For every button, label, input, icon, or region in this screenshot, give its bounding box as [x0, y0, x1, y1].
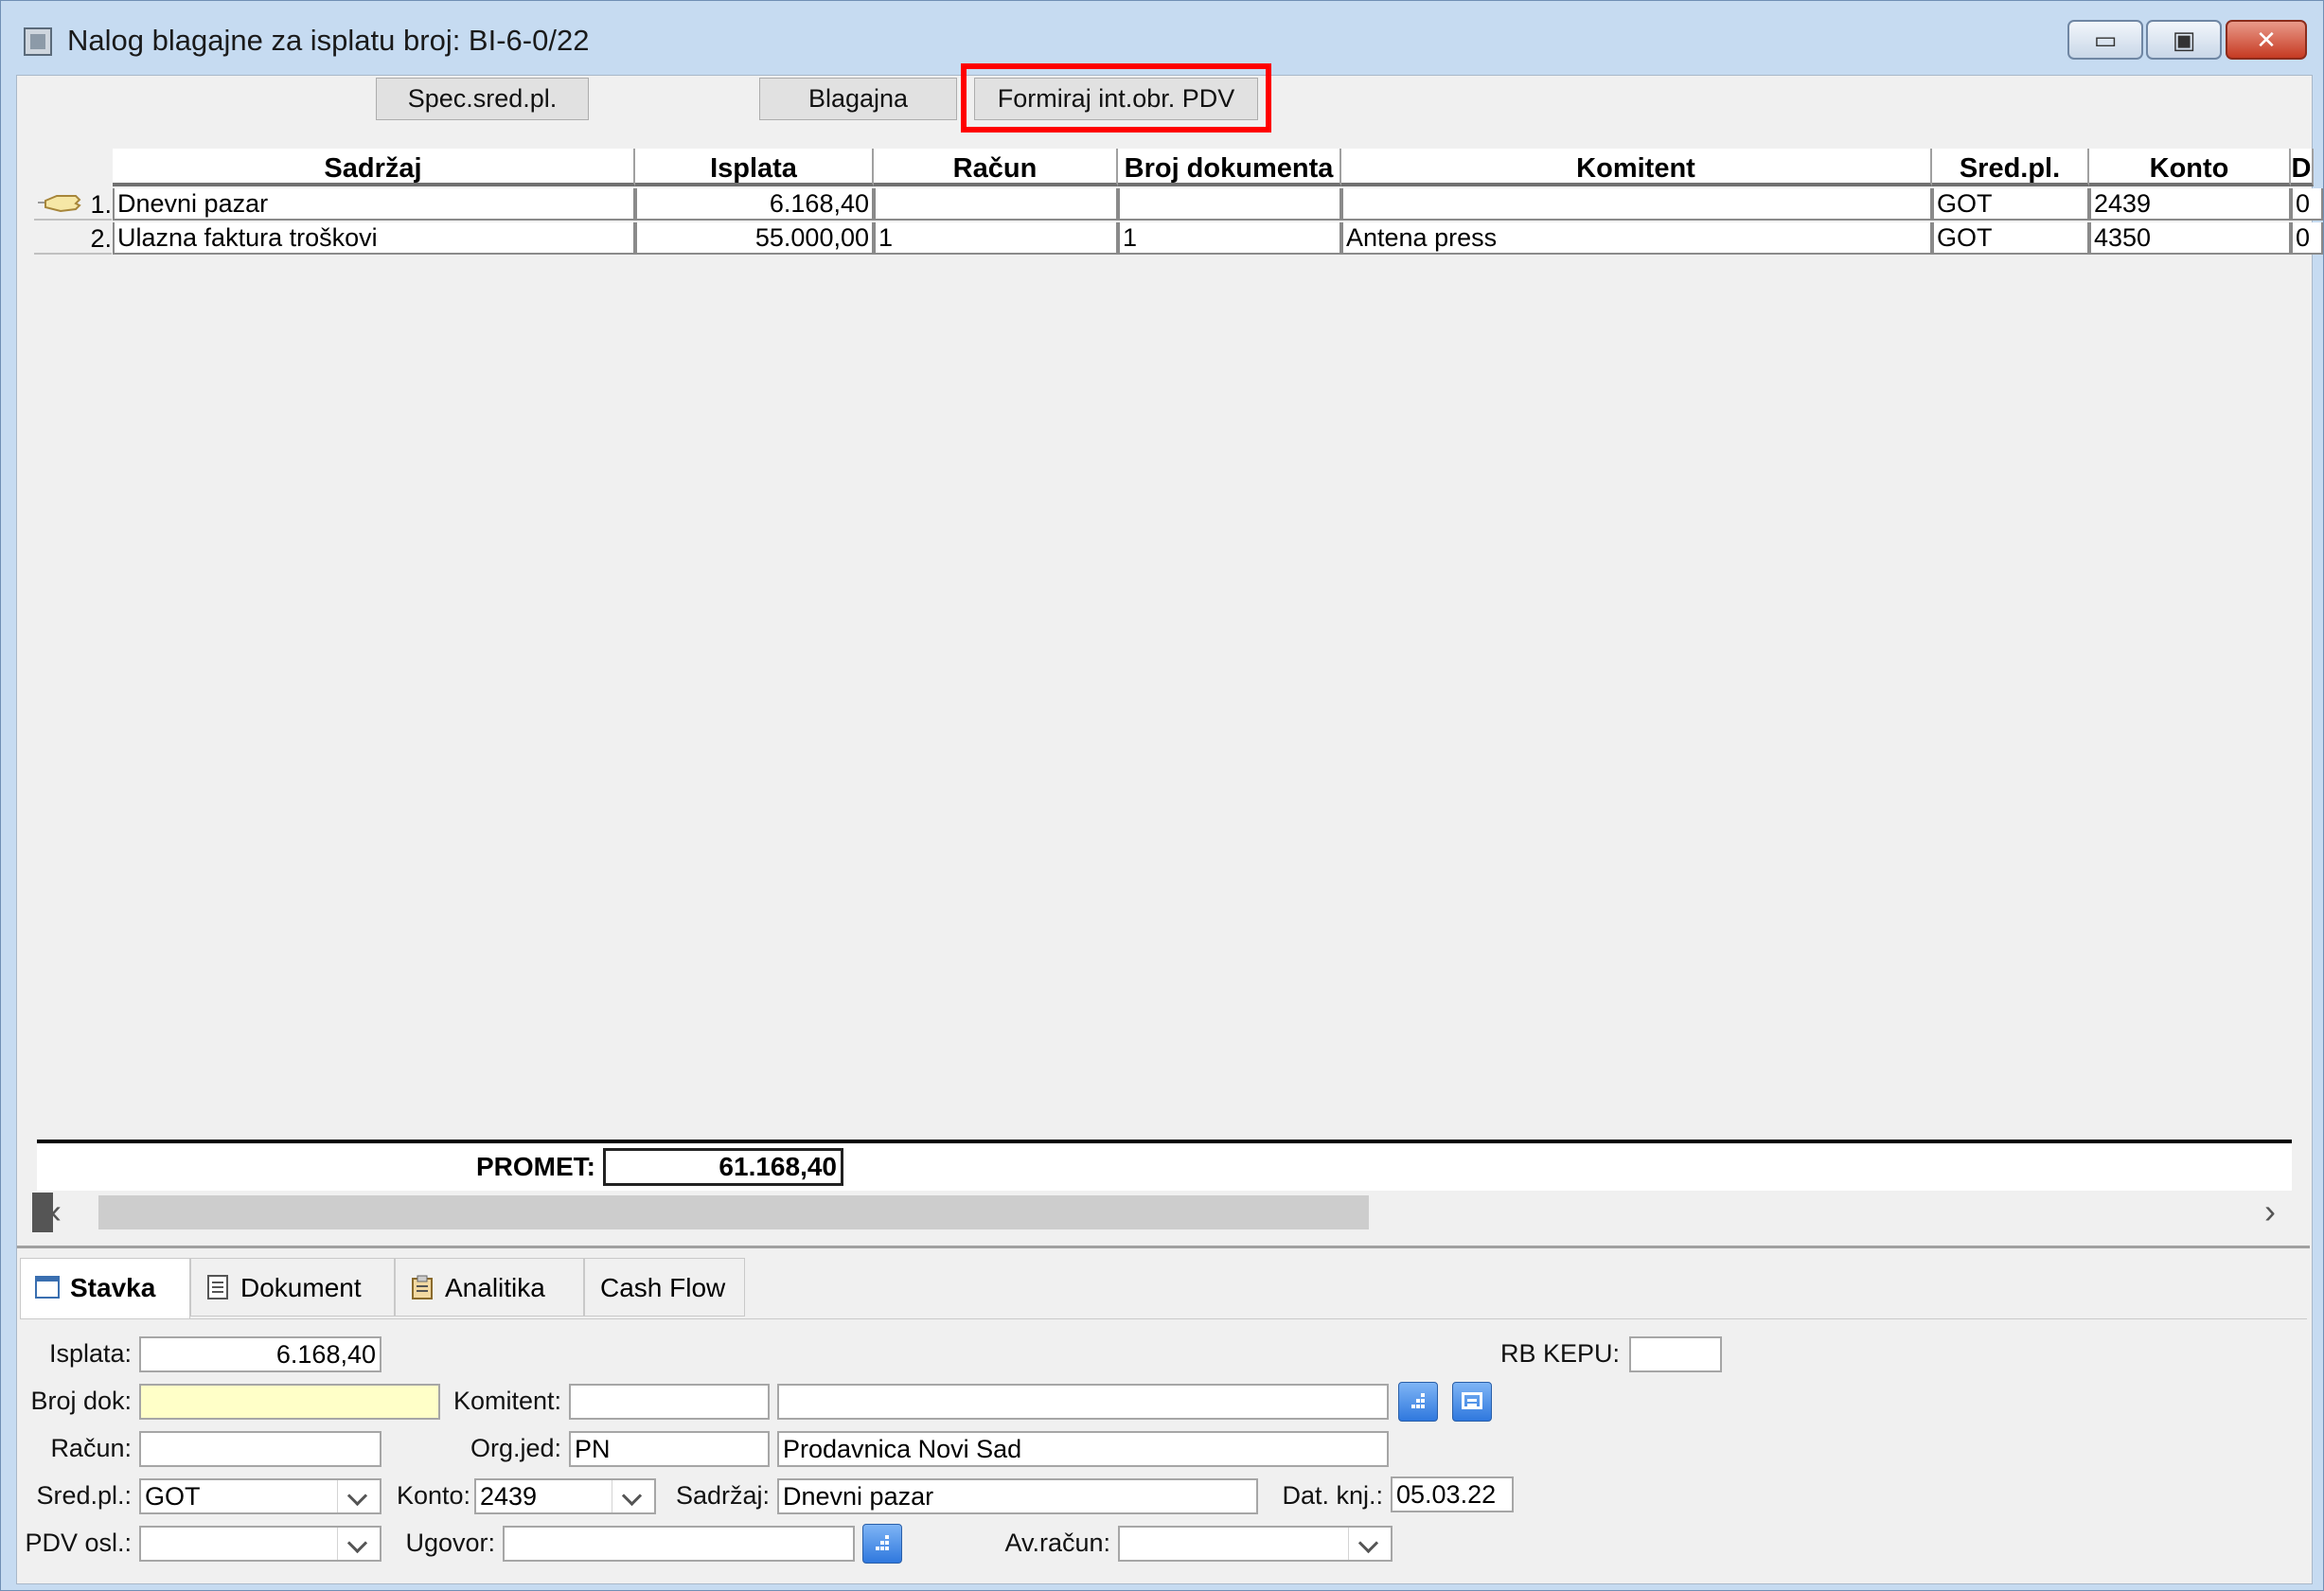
sred-pl-select[interactable]: GOT — [139, 1478, 381, 1514]
close-button[interactable]: ✕ — [2226, 20, 2307, 60]
scroll-thumb[interactable] — [98, 1195, 1369, 1229]
app-icon — [24, 27, 52, 56]
chevron-down-icon[interactable] — [337, 1480, 380, 1512]
komitent-code-field[interactable] — [569, 1384, 770, 1420]
scroll-left-arrow-icon[interactable]: ‹ — [42, 1191, 70, 1234]
komitent-lookup-button[interactable] — [1398, 1382, 1438, 1422]
broj-dok-field[interactable] — [139, 1384, 440, 1420]
col-header-komitent[interactable]: Komitent — [1341, 149, 1932, 186]
chevron-down-icon[interactable] — [337, 1528, 380, 1560]
close-icon: ✕ — [2256, 26, 2277, 54]
konto-label: Konto: — [396, 1481, 470, 1510]
minimize-icon: ▭ — [2093, 26, 2118, 54]
window-icon — [35, 1276, 60, 1299]
window-title: Nalog blagajne za isplatu broj: BI-6-0/2… — [67, 24, 590, 57]
highlight-box — [961, 63, 1271, 133]
org-jed-name-field[interactable]: Prodavnica Novi Sad — [777, 1431, 1389, 1467]
chevron-down-icon[interactable] — [1348, 1528, 1391, 1560]
row-number: 1. — [34, 188, 112, 221]
tab-stavka[interactable]: Stavka — [20, 1258, 190, 1320]
col-header-racun[interactable]: Račun — [874, 149, 1118, 186]
konto-select[interactable]: 2439 — [474, 1478, 656, 1514]
lookup-icon — [876, 1535, 889, 1550]
col-header-broj-dokumenta[interactable]: Broj dokumenta — [1118, 149, 1341, 186]
horizontal-scrollbar[interactable]: ‹ › — [32, 1191, 2292, 1234]
cell-d[interactable]: 0 — [2291, 222, 2323, 255]
isplata-label: Isplata: — [48, 1339, 132, 1368]
spec-sred-pl-button[interactable]: Spec.sred.pl. — [376, 78, 589, 120]
komitent-card-button[interactable] — [1452, 1382, 1492, 1422]
av-racun-select[interactable] — [1118, 1526, 1393, 1562]
document-icon — [207, 1275, 228, 1299]
minimize-button[interactable]: ▭ — [2067, 20, 2143, 60]
dat-knj-label: Dat. knj.: — [1282, 1481, 1383, 1510]
cell-konto[interactable]: 4350 — [2089, 222, 2291, 255]
col-header-konto[interactable]: Konto — [2089, 149, 2291, 186]
ugovor-field[interactable] — [503, 1526, 855, 1562]
row-number: 2. — [34, 222, 112, 255]
items-grid[interactable]: Sadržaj Isplata Račun Broj dokumenta Kom… — [34, 145, 2323, 1230]
cell-isplata[interactable]: 6.168,40 — [635, 188, 874, 221]
cell-d[interactable]: 0 — [2291, 188, 2323, 221]
sred-pl-label: Sred.pl.: — [36, 1481, 132, 1510]
chevron-down-icon[interactable] — [612, 1480, 654, 1512]
org-jed-code-field[interactable]: PN — [569, 1431, 770, 1467]
komitent-name-field[interactable] — [777, 1384, 1389, 1420]
cell-sadrzaj[interactable]: Dnevni pazar — [113, 188, 635, 221]
ugovor-lookup-button[interactable] — [862, 1524, 902, 1564]
sadrzaj-label: Sadržaj: — [675, 1481, 770, 1510]
komitent-label: Komitent: — [452, 1387, 561, 1415]
total-row — [37, 1143, 2292, 1191]
broj-dok-label: Broj dok: — [30, 1387, 132, 1415]
pointing-hand-icon — [38, 195, 81, 213]
cell-komitent[interactable]: Antena press — [1341, 222, 1932, 255]
col-header-isplata[interactable]: Isplata — [635, 149, 874, 186]
racun-label: Račun: — [50, 1434, 132, 1462]
av-racun-label: Av.račun: — [1004, 1529, 1110, 1557]
blagajna-button[interactable]: Blagajna — [759, 78, 957, 120]
tab-dokument[interactable]: Dokument — [190, 1258, 395, 1317]
cell-komitent[interactable] — [1341, 188, 1932, 221]
cell-sred-pl[interactable]: GOT — [1932, 188, 2089, 221]
dat-knj-field[interactable]: 05.03.22 — [1391, 1476, 1514, 1512]
sadrzaj-field[interactable]: Dnevni pazar — [777, 1478, 1258, 1514]
col-header-sred-pl[interactable]: Sred.pl. — [1932, 149, 2089, 186]
total-label: PROMET: — [476, 1152, 595, 1181]
window: Nalog blagajne za isplatu broj: BI-6-0/2… — [0, 0, 2324, 1591]
racun-field[interactable] — [139, 1431, 381, 1467]
tab-cash-flow[interactable]: Cash Flow — [584, 1258, 745, 1317]
pdv-osl-select[interactable] — [139, 1526, 381, 1562]
scroll-right-arrow-icon[interactable]: › — [2256, 1191, 2284, 1234]
cell-racun[interactable] — [874, 188, 1118, 221]
col-header-d[interactable]: D — [2291, 149, 2314, 186]
cell-sred-pl[interactable]: GOT — [1932, 222, 2089, 255]
cell-sadrzaj[interactable]: Ulazna faktura troškovi — [113, 222, 635, 255]
tab-analitika[interactable]: Analitika — [395, 1258, 584, 1317]
org-jed-label: Org.jed: — [470, 1434, 561, 1462]
pdv-osl-label: PDV osl.: — [25, 1529, 132, 1557]
col-header-sadrzaj[interactable]: Sadržaj — [113, 149, 635, 186]
clipboard-icon — [412, 1275, 433, 1299]
maximize-button[interactable]: ▣ — [2146, 20, 2222, 60]
isplata-field[interactable]: 6.168,40 — [139, 1336, 381, 1372]
maximize-icon: ▣ — [2172, 26, 2196, 54]
splitter[interactable] — [17, 1246, 2310, 1248]
total-value: 61.168,40 — [603, 1148, 843, 1186]
cell-broj-dokumenta[interactable]: 1 — [1118, 222, 1341, 255]
cell-racun[interactable]: 1 — [874, 222, 1118, 255]
ugovor-label: Ugovor: — [405, 1529, 495, 1557]
cell-broj-dokumenta[interactable] — [1118, 188, 1341, 221]
card-icon — [1462, 1392, 1482, 1409]
rb-kepu-label: RB KEPU: — [1499, 1339, 1620, 1368]
rb-kepu-field[interactable] — [1629, 1336, 1722, 1372]
lookup-icon — [1411, 1393, 1425, 1408]
cell-konto[interactable]: 2439 — [2089, 188, 2291, 221]
cell-isplata[interactable]: 55.000,00 — [635, 222, 874, 255]
